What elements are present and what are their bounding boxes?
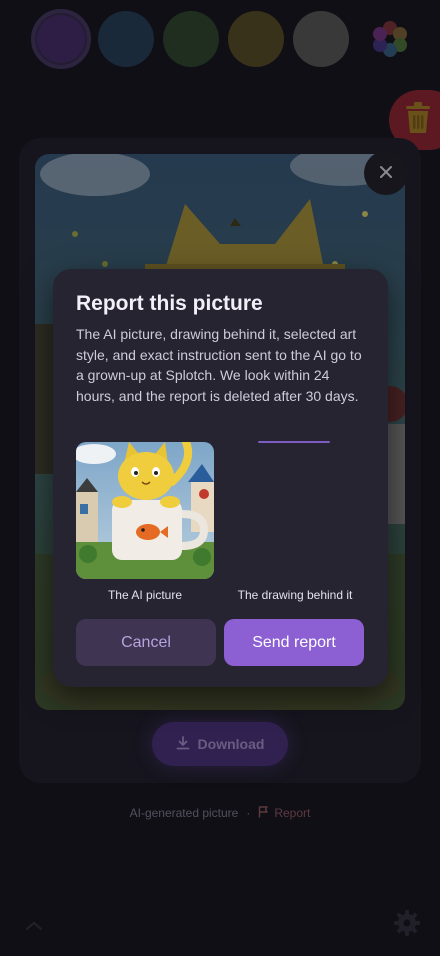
drawing-preview [225, 442, 363, 579]
send-report-button[interactable]: Send report [224, 619, 364, 666]
drawing-loading-bar [258, 441, 330, 443]
cancel-button[interactable]: Cancel [76, 619, 216, 666]
drawing-caption: The drawing behind it [237, 588, 353, 602]
ai-picture-caption: The AI picture [107, 588, 183, 602]
ai-picture-thumbnail [76, 442, 214, 579]
report-dialog-title: Report this picture [76, 292, 263, 315]
report-dialog-description: The AI picture, drawing behind it, selec… [76, 326, 362, 404]
